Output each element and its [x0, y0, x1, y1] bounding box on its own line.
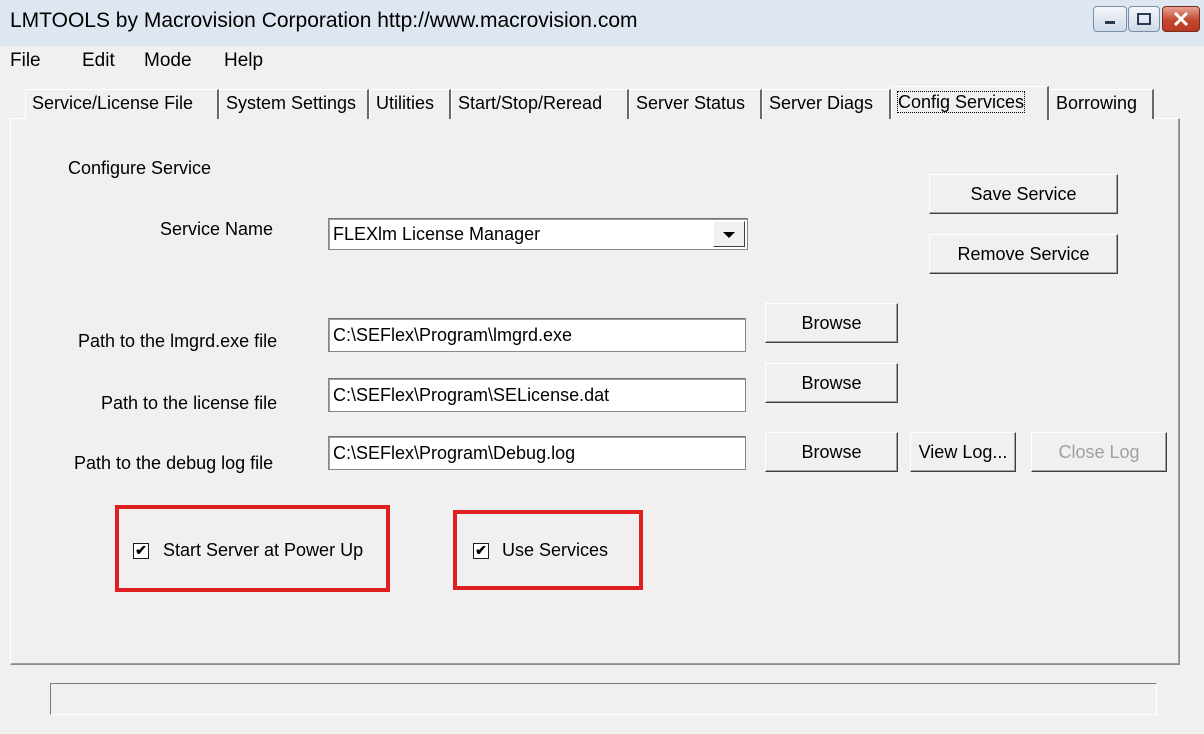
service-name-dropdown-button[interactable]	[713, 221, 745, 247]
browse-license-button[interactable]: Browse	[765, 363, 898, 403]
menu-help[interactable]: Help	[224, 50, 263, 72]
service-name-label: Service Name	[160, 219, 274, 239]
tab-label: Start/Stop/Reread	[458, 93, 603, 113]
tab-borrowing[interactable]: Borrowing	[1049, 89, 1154, 119]
tab-label: Service/License File	[32, 93, 194, 113]
minimize-icon	[1105, 21, 1115, 24]
tab-server-diags[interactable]: Server Diags	[762, 89, 891, 119]
lmgrd-path-label: Path to the lmgrd.exe file	[78, 331, 278, 351]
lmgrd-path-input[interactable]: C:\SEFlex\Program\lmgrd.exe	[328, 318, 746, 352]
menu-edit[interactable]: Edit	[82, 50, 115, 72]
close-button[interactable]	[1162, 6, 1200, 32]
close-log-button[interactable]: Close Log	[1031, 432, 1167, 472]
tab-config-services[interactable]: Config Services	[891, 86, 1049, 120]
start-server-label[interactable]: Start Server at Power Up	[163, 540, 363, 561]
use-services-label[interactable]: Use Services	[502, 540, 608, 561]
tab-service-license-file[interactable]: Service/License File	[25, 89, 219, 119]
menu-mode[interactable]: Mode	[144, 50, 192, 72]
section-title: Configure Service	[68, 158, 212, 178]
maximize-button[interactable]	[1128, 6, 1160, 32]
start-server-checkbox[interactable]: ✔	[133, 543, 149, 559]
tab-system-settings[interactable]: System Settings	[219, 89, 369, 119]
maximize-icon	[1137, 13, 1151, 25]
license-path-input[interactable]: C:\SEFlex\Program\SELicense.dat	[328, 378, 746, 412]
service-name-select[interactable]: FLEXlm License Manager	[328, 218, 748, 250]
tab-label: Server Diags	[769, 93, 874, 113]
tab-label: Borrowing	[1056, 93, 1138, 113]
service-name-value: FLEXlm License Manager	[333, 224, 541, 244]
license-path-label: Path to the license file	[101, 393, 278, 413]
tab-start-stop-reread[interactable]: Start/Stop/Reread	[451, 89, 629, 119]
view-log-button[interactable]: View Log...	[910, 432, 1016, 472]
menu-file[interactable]: File	[10, 50, 41, 72]
debug-log-path-input[interactable]: C:\SEFlex\Program\Debug.log	[328, 436, 746, 470]
chevron-down-icon	[723, 232, 735, 238]
browse-lmgrd-button[interactable]: Browse	[765, 303, 898, 343]
minimize-button[interactable]	[1093, 6, 1127, 32]
browse-debug-log-button[interactable]: Browse	[765, 432, 898, 472]
debug-log-path-label: Path to the debug log file	[74, 453, 274, 473]
status-bar	[50, 683, 1157, 715]
close-icon	[1173, 11, 1189, 27]
window-title: LMTOOLS by Macrovision Corporation http:…	[10, 9, 638, 32]
use-services-checkbox[interactable]: ✔	[473, 543, 489, 559]
tab-utilities[interactable]: Utilities	[369, 89, 451, 119]
tab-label: Config Services	[896, 91, 1026, 113]
tab-label: System Settings	[226, 93, 357, 113]
tab-label: Server Status	[636, 93, 746, 113]
remove-service-button[interactable]: Remove Service	[929, 234, 1118, 274]
tab-label: Utilities	[376, 93, 435, 113]
tab-server-status[interactable]: Server Status	[629, 89, 762, 119]
save-service-button[interactable]: Save Service	[929, 174, 1118, 214]
